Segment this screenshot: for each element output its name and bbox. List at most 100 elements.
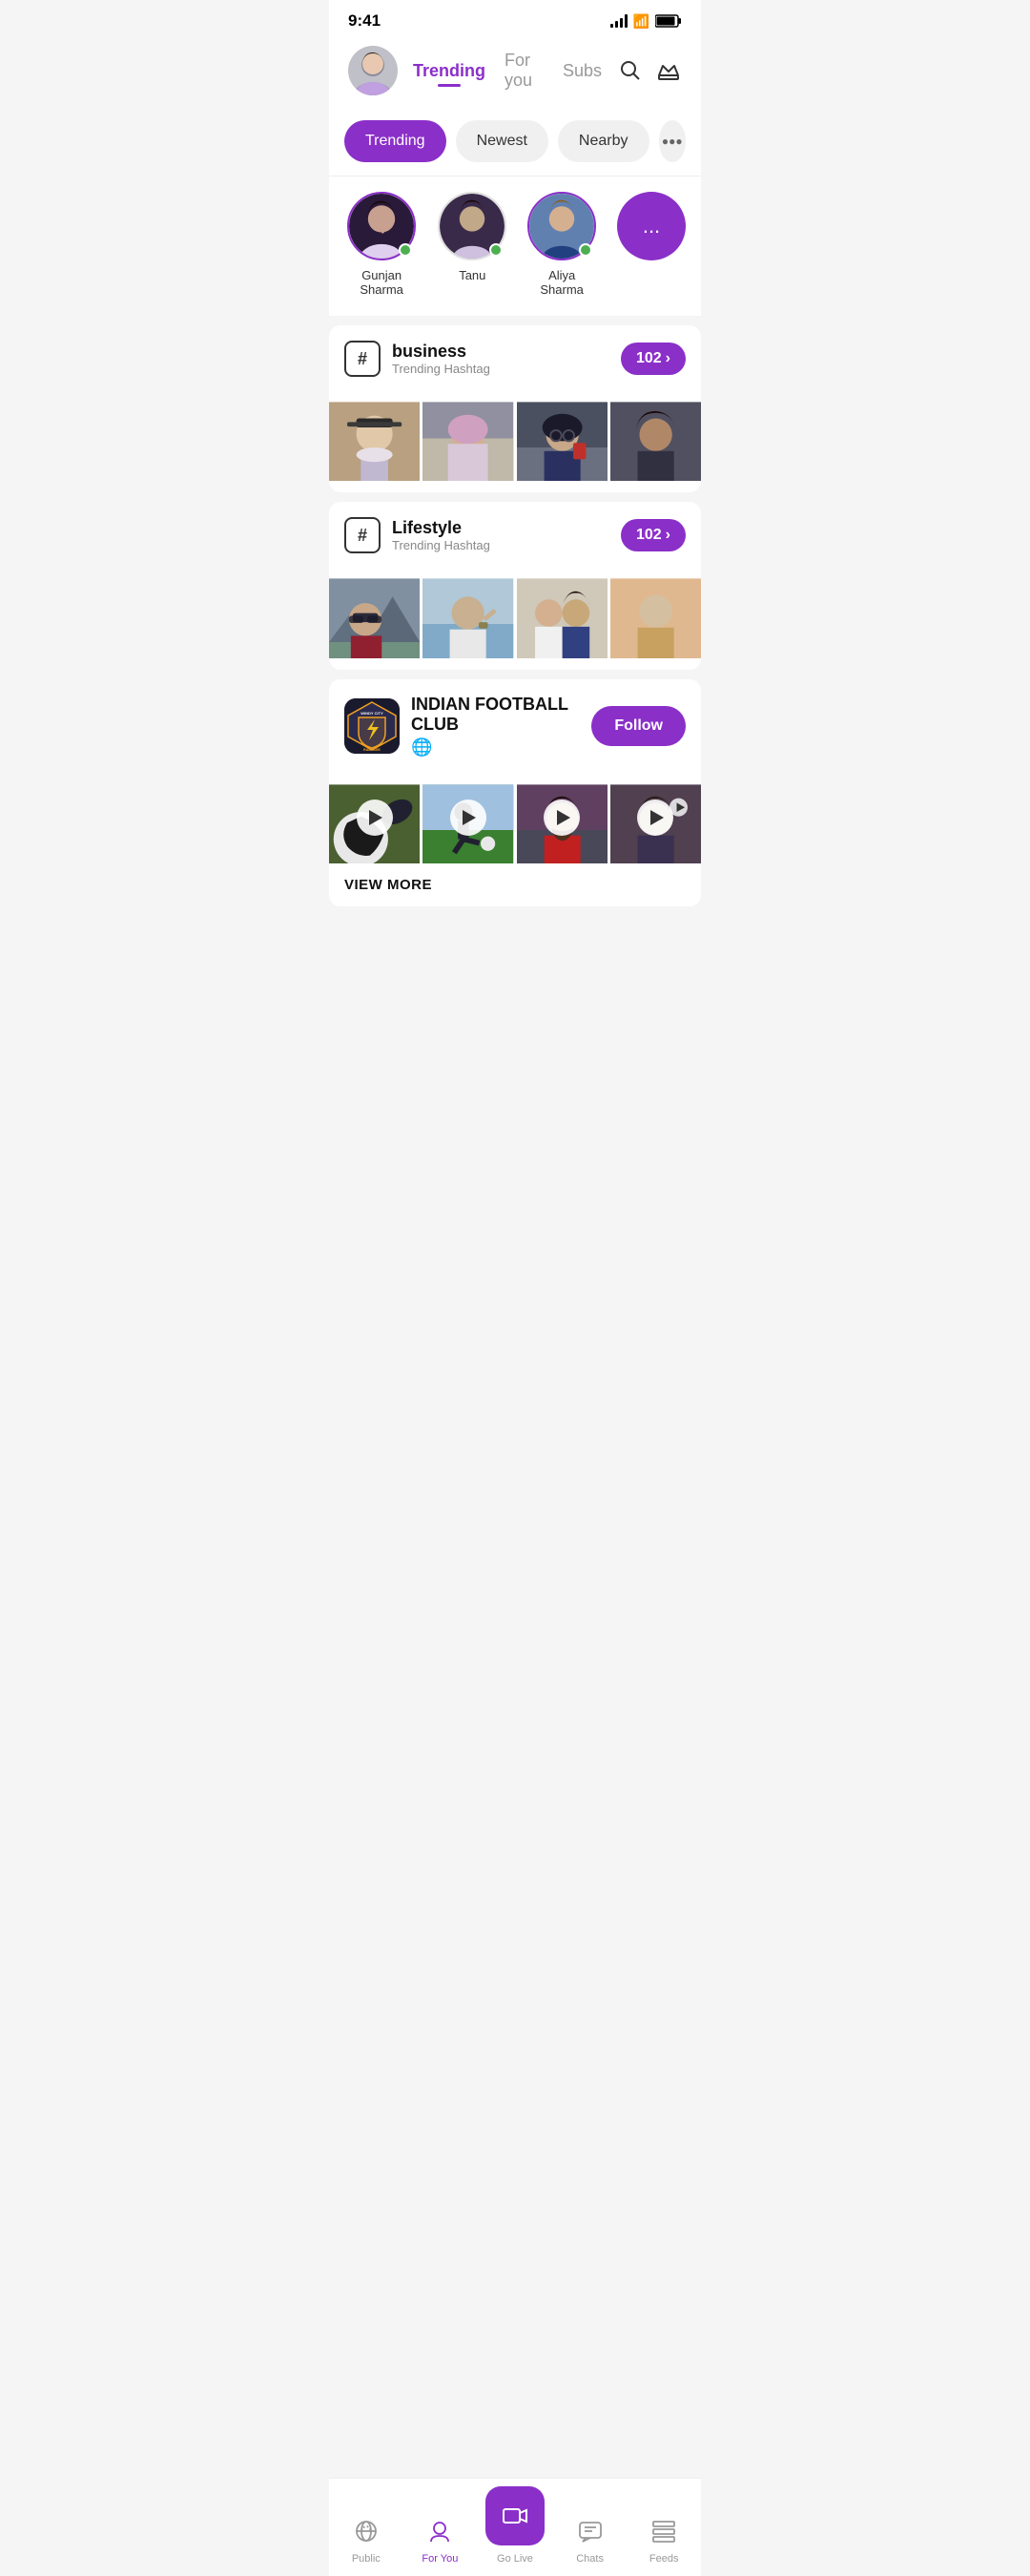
status-time: 9:41	[348, 11, 381, 31]
story-item-2[interactable]: Tanu	[438, 192, 506, 297]
go-live-button[interactable]	[485, 2486, 545, 2545]
nav-feeds[interactable]: Feeds	[635, 2519, 692, 2565]
hashtag-card-lifestyle: # Lifestyle Trending Hashtag 102 ›	[329, 502, 701, 669]
hashtag-count-1[interactable]: 102 ›	[621, 343, 686, 375]
hashtag-card-business: # business Trending Hashtag 102 ›	[329, 325, 701, 492]
nav-chats[interactable]: Chats	[562, 2519, 619, 2565]
tab-trending[interactable]: Trending	[413, 61, 485, 81]
story-item[interactable]: Gunjan Sharma	[344, 192, 419, 297]
story-name-3: Aliya Sharma	[525, 268, 598, 297]
photos-grid-2	[329, 557, 701, 657]
filter-nearby[interactable]: Nearby	[558, 120, 649, 162]
play-triangle-2	[463, 810, 476, 825]
follow-button[interactable]: Follow	[591, 706, 686, 746]
chats-icon	[578, 2519, 603, 2549]
nav-chats-label: Chats	[576, 2553, 604, 2565]
hashtag-info-1: business Trending Hashtag	[392, 342, 490, 376]
photo-1-4[interactable]	[610, 390, 701, 481]
photo-1-1[interactable]	[329, 390, 420, 481]
photos-grid-1	[329, 381, 701, 481]
club-logo: WINDY CITY RAMPAGE	[344, 698, 400, 754]
club-info: INDIAN FOOTBALL CLUB 🌐	[411, 695, 580, 758]
photo-2-3[interactable]	[517, 567, 608, 657]
view-more-button[interactable]: VIEW MORE	[329, 863, 701, 906]
club-videos	[329, 773, 701, 863]
play-button-2[interactable]	[450, 800, 486, 836]
hash-icon-1: #	[344, 341, 381, 377]
club-meta: 🌐	[411, 737, 580, 758]
play-triangle-3	[557, 810, 570, 825]
story-avatar-wrap-2	[438, 192, 506, 260]
photo-2-4[interactable]	[610, 567, 701, 657]
club-card: WINDY CITY RAMPAGE INDIAN FOOTBALL CLUB …	[329, 679, 701, 906]
hashtag-header-2: # Lifestyle Trending Hashtag 102 ›	[329, 502, 701, 557]
hashtag-subtitle-1: Trending Hashtag	[392, 362, 490, 376]
svg-text:WINDY CITY: WINDY CITY	[360, 711, 383, 716]
nav-go-live[interactable]: Go Live	[485, 2486, 545, 2565]
bottom-spacer	[329, 916, 701, 992]
crown-icon[interactable]	[655, 57, 682, 84]
hashtag-tag-1: business	[392, 342, 490, 362]
nav-public-label: Public	[352, 2553, 381, 2565]
tab-subs[interactable]: Subs	[563, 61, 602, 81]
bottom-nav: Public For You Go Live	[329, 2478, 701, 2576]
hashtag-left-1: # business Trending Hashtag	[344, 341, 490, 377]
hash-icon-2: #	[344, 517, 381, 553]
play-triangle-1	[369, 810, 382, 825]
play-button-1[interactable]	[357, 800, 393, 836]
story-name-1: Gunjan Sharma	[344, 268, 419, 297]
hashtag-tag-2: Lifestyle	[392, 518, 490, 538]
battery-icon	[655, 14, 682, 28]
photo-1-2[interactable]	[422, 390, 513, 481]
hashtag-info-2: Lifestyle Trending Hashtag	[392, 518, 490, 552]
header: Trending For you Subs	[329, 38, 701, 107]
filter-trending[interactable]: Trending	[344, 120, 446, 162]
video-cell-3[interactable]	[517, 773, 608, 863]
content-area: # business Trending Hashtag 102 ›	[329, 325, 701, 906]
online-indicator-1	[399, 243, 412, 257]
story-item-3[interactable]: Aliya Sharma	[525, 192, 598, 297]
nav-feeds-label: Feeds	[649, 2553, 679, 2565]
photo-1-3[interactable]	[517, 390, 608, 481]
online-indicator-2	[489, 243, 503, 257]
nav-for-you[interactable]: For You	[411, 2519, 468, 2565]
online-indicator-3	[579, 243, 592, 257]
photo-2-2[interactable]	[422, 567, 513, 657]
search-icon[interactable]	[617, 57, 644, 84]
more-icon: ...	[617, 192, 686, 260]
tab-for-you[interactable]: For you	[505, 51, 544, 91]
club-header: WINDY CITY RAMPAGE INDIAN FOOTBALL CLUB …	[329, 679, 701, 773]
filter-newest[interactable]: Newest	[456, 120, 548, 162]
story-avatar-wrap-1	[347, 192, 416, 260]
stories-row: Gunjan Sharma Tanu	[329, 177, 701, 316]
hashtag-header-1: # business Trending Hashtag 102 ›	[329, 325, 701, 381]
hashtag-left-2: # Lifestyle Trending Hashtag	[344, 517, 490, 553]
feeds-icon	[651, 2519, 676, 2549]
hashtag-count-2[interactable]: 102 ›	[621, 519, 686, 551]
play-button-4[interactable]	[637, 800, 673, 836]
filter-tabs: Trending Newest Nearby ●●●	[329, 107, 701, 177]
story-avatar-wrap-3	[527, 192, 596, 260]
club-name: INDIAN FOOTBALL CLUB	[411, 695, 580, 736]
filter-more[interactable]: ●●●	[659, 120, 687, 162]
more-stories-button[interactable]: ... More	[617, 192, 686, 297]
svg-text:RAMPAGE: RAMPAGE	[363, 748, 381, 752]
story-name-2: Tanu	[459, 268, 485, 282]
header-actions	[617, 57, 682, 84]
video-cell-1[interactable]	[329, 773, 420, 863]
public-icon	[354, 2519, 379, 2549]
nav-public[interactable]: Public	[338, 2519, 395, 2565]
hashtag-subtitle-2: Trending Hashtag	[392, 538, 490, 552]
nav-for-you-label: For You	[422, 2553, 458, 2565]
status-icons: 📶	[610, 13, 682, 30]
photo-2-1[interactable]	[329, 567, 420, 657]
user-avatar[interactable]	[348, 46, 398, 95]
wifi-icon: 📶	[633, 13, 649, 30]
video-cell-4[interactable]	[610, 773, 701, 863]
play-button-3[interactable]	[544, 800, 580, 836]
signal-icon	[610, 14, 628, 28]
for-you-icon	[427, 2519, 452, 2549]
video-cell-2[interactable]	[422, 773, 513, 863]
play-triangle-4	[650, 810, 664, 825]
nav-tabs: Trending For you Subs	[413, 51, 602, 91]
